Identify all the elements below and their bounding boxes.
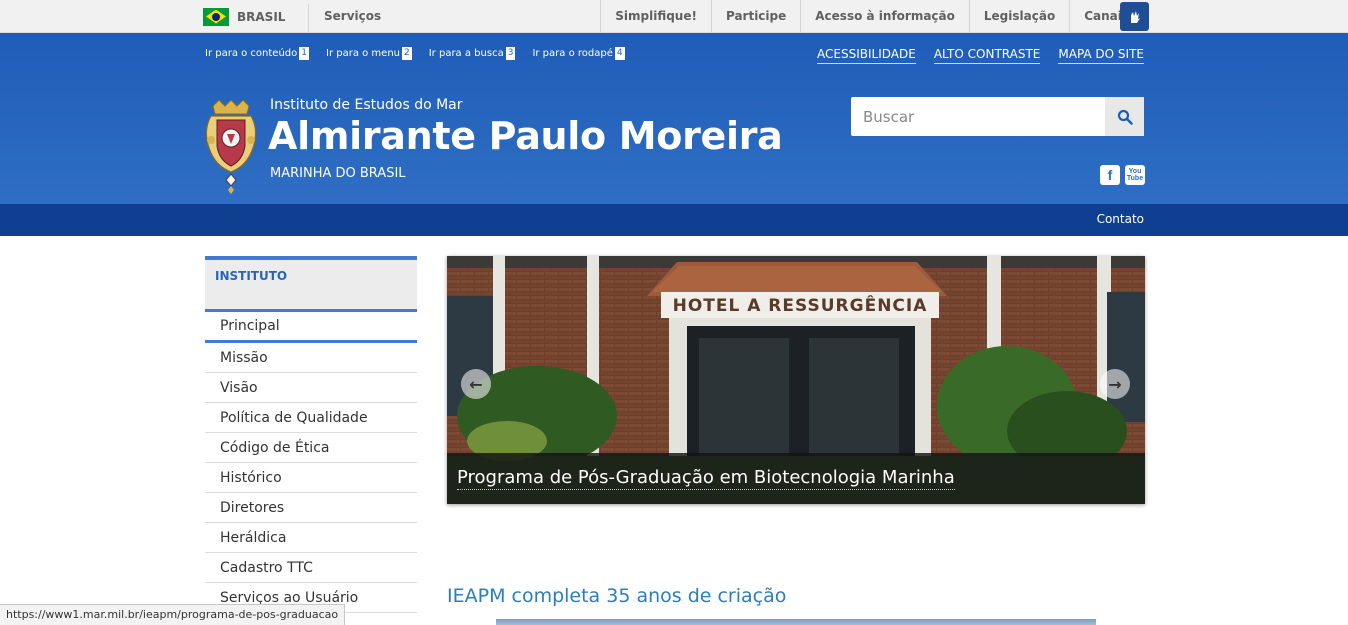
- youtube-icon[interactable]: You Tube: [1125, 165, 1145, 185]
- sidebar-item-visao[interactable]: Visão: [205, 373, 417, 403]
- mapa-do-site-link[interactable]: MAPA DO SITE: [1058, 47, 1144, 64]
- sidebar-item-codigo-etica[interactable]: Código de Ética: [205, 433, 417, 463]
- navy-crest-icon[interactable]: [203, 100, 259, 194]
- brasil-link[interactable]: BRASIL: [203, 0, 285, 33]
- accessibility-links: ACESSIBILIDADE ALTO CONTRASTE MAPA DO SI…: [817, 47, 1144, 64]
- skip-links: Ir para o conteúdo 1 Ir para o menu 2 Ir p…: [205, 47, 625, 60]
- legislacao-link[interactable]: Legislação: [968, 0, 1069, 33]
- sidebar-item-diretores[interactable]: Diretores: [205, 493, 417, 523]
- sidebar-item-missao[interactable]: Missão: [205, 343, 417, 373]
- skip-to-menu-link[interactable]: Ir para o menu 2: [326, 47, 412, 60]
- site-subtitle: Instituto de Estudos do Mar: [270, 97, 463, 113]
- carousel-next-arrow-icon[interactable]: →: [1100, 369, 1130, 399]
- government-links: Simplifique! Participe Acesso à informaç…: [600, 0, 1149, 33]
- social-links: f You Tube: [1100, 165, 1145, 185]
- news-image[interactable]: [496, 619, 1096, 625]
- sidebar-item-cadastro-ttc[interactable]: Cadastro TTC: [205, 553, 417, 583]
- search-button[interactable]: [1105, 97, 1144, 136]
- secondary-nav-bar: Contato: [0, 204, 1348, 236]
- servicos-link[interactable]: Serviços: [324, 0, 381, 33]
- simplifique-link[interactable]: Simplifique!: [600, 0, 711, 33]
- site-title[interactable]: Almirante Paulo Moreira: [268, 114, 783, 158]
- brazil-flag-icon: [203, 7, 229, 26]
- contato-link[interactable]: Contato: [1097, 212, 1144, 226]
- search-icon: [1117, 109, 1133, 125]
- acessibilidade-link[interactable]: ACESSIBILIDADE: [817, 47, 916, 64]
- site-organization: MARINHA DO BRASIL: [270, 166, 406, 181]
- skip-to-footer-link[interactable]: Ir para o rodapé 4: [532, 47, 625, 60]
- sidebar-menu: INSTITUTO Principal Missão Visão Polític…: [205, 256, 417, 613]
- browser-status-bar: https://www1.mar.mil.br/ieapm/programa-d…: [0, 604, 346, 625]
- participe-link[interactable]: Participe: [710, 0, 800, 33]
- hotel-sign-text: HOTEL A RESSURGÊNCIA: [673, 294, 928, 316]
- vlibras-sign-language-icon[interactable]: [1120, 2, 1149, 31]
- sidebar-heading: INSTITUTO: [205, 256, 417, 309]
- acesso-informacao-link[interactable]: Acesso à informação: [800, 0, 969, 33]
- sidebar-item-politica-qualidade[interactable]: Política de Qualidade: [205, 403, 417, 433]
- search-box: [851, 97, 1144, 136]
- skip-to-content-link[interactable]: Ir para o conteúdo 1: [205, 47, 309, 60]
- government-bar: BRASIL Serviços Simplifique! Participe A…: [0, 0, 1348, 33]
- carousel-prev-arrow-icon[interactable]: ←: [461, 369, 491, 399]
- search-input[interactable]: [851, 97, 1105, 136]
- news-headline[interactable]: IEAPM completa 35 anos de criação: [447, 585, 786, 607]
- site-header: Ir para o conteúdo 1 Ir para o menu 2 Ir p…: [0, 33, 1348, 204]
- carousel-caption-link[interactable]: Programa de Pós-Graduação em Biotecnolog…: [457, 467, 955, 490]
- divider: [308, 4, 309, 32]
- skip-to-search-link[interactable]: Ir para a busca 3: [429, 47, 516, 60]
- facebook-icon[interactable]: f: [1100, 165, 1120, 185]
- sidebar-item-principal[interactable]: Principal: [205, 309, 417, 343]
- alto-contraste-link[interactable]: ALTO CONTRASTE: [933, 47, 1041, 64]
- image-carousel: HOTEL A RESSURGÊNCIA ← → Programa de Pós…: [447, 256, 1145, 504]
- sidebar-item-heraldica[interactable]: Heráldica: [205, 523, 417, 553]
- sidebar-item-historico[interactable]: Histórico: [205, 463, 417, 493]
- carousel-caption-bar: Programa de Pós-Graduação em Biotecnolog…: [447, 453, 1145, 504]
- brasil-label: BRASIL: [237, 9, 286, 24]
